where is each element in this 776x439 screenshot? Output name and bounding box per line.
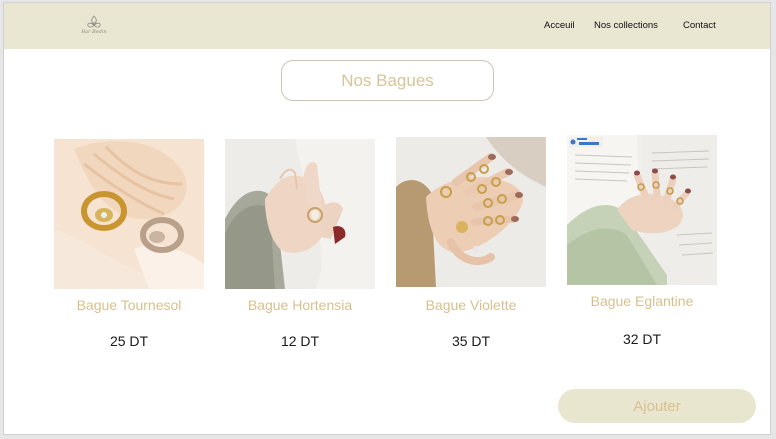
product-image[interactable] bbox=[567, 135, 717, 285]
add-button[interactable]: Ajouter bbox=[558, 389, 756, 423]
product-price: 25 DT bbox=[109, 333, 149, 349]
product-price: 32 DT bbox=[622, 331, 662, 347]
product-card-eglantine[interactable]: Bague Eglantine 32 DT bbox=[567, 135, 719, 347]
product-price: 12 DT bbox=[280, 333, 320, 349]
hand-with-ring-image bbox=[225, 139, 375, 289]
page-title: Nos Bagues bbox=[281, 60, 494, 101]
product-card-violette[interactable]: Bague Violette 35 DT bbox=[396, 137, 548, 349]
logo-wordmark: Bar Bedin bbox=[81, 29, 107, 35]
product-name[interactable]: Bague Violette bbox=[396, 297, 546, 313]
product-price: 35 DT bbox=[451, 333, 491, 349]
product-image[interactable] bbox=[54, 139, 204, 289]
hand-with-many-rings-image bbox=[396, 137, 546, 287]
product-image[interactable] bbox=[225, 139, 375, 289]
product-image[interactable] bbox=[396, 137, 546, 287]
product-name[interactable]: Bague Eglantine bbox=[567, 293, 717, 309]
nav-link-collections[interactable]: Nos collections bbox=[594, 20, 658, 31]
nav-link-accueil[interactable]: Acceuil bbox=[544, 20, 575, 31]
nav-link-contact[interactable]: Contact bbox=[683, 20, 716, 31]
product-name[interactable]: Bague Hortensia bbox=[225, 297, 375, 313]
flower-logo-icon bbox=[87, 15, 101, 28]
product-name[interactable]: Bague Tournesol bbox=[54, 297, 204, 313]
top-navbar: Bar Bedin Acceuil Nos collections Contac… bbox=[4, 3, 770, 49]
hand-on-book-image bbox=[567, 135, 717, 285]
product-card-hortensia[interactable]: Bague Hortensia 12 DT bbox=[225, 139, 377, 349]
rings-on-shell-image bbox=[54, 139, 204, 289]
page-frame: Bar Bedin Acceuil Nos collections Contac… bbox=[3, 2, 771, 435]
product-card-tournesol[interactable]: Bague Tournesol 25 DT bbox=[54, 139, 206, 349]
brand-logo[interactable]: Bar Bedin bbox=[78, 14, 110, 40]
